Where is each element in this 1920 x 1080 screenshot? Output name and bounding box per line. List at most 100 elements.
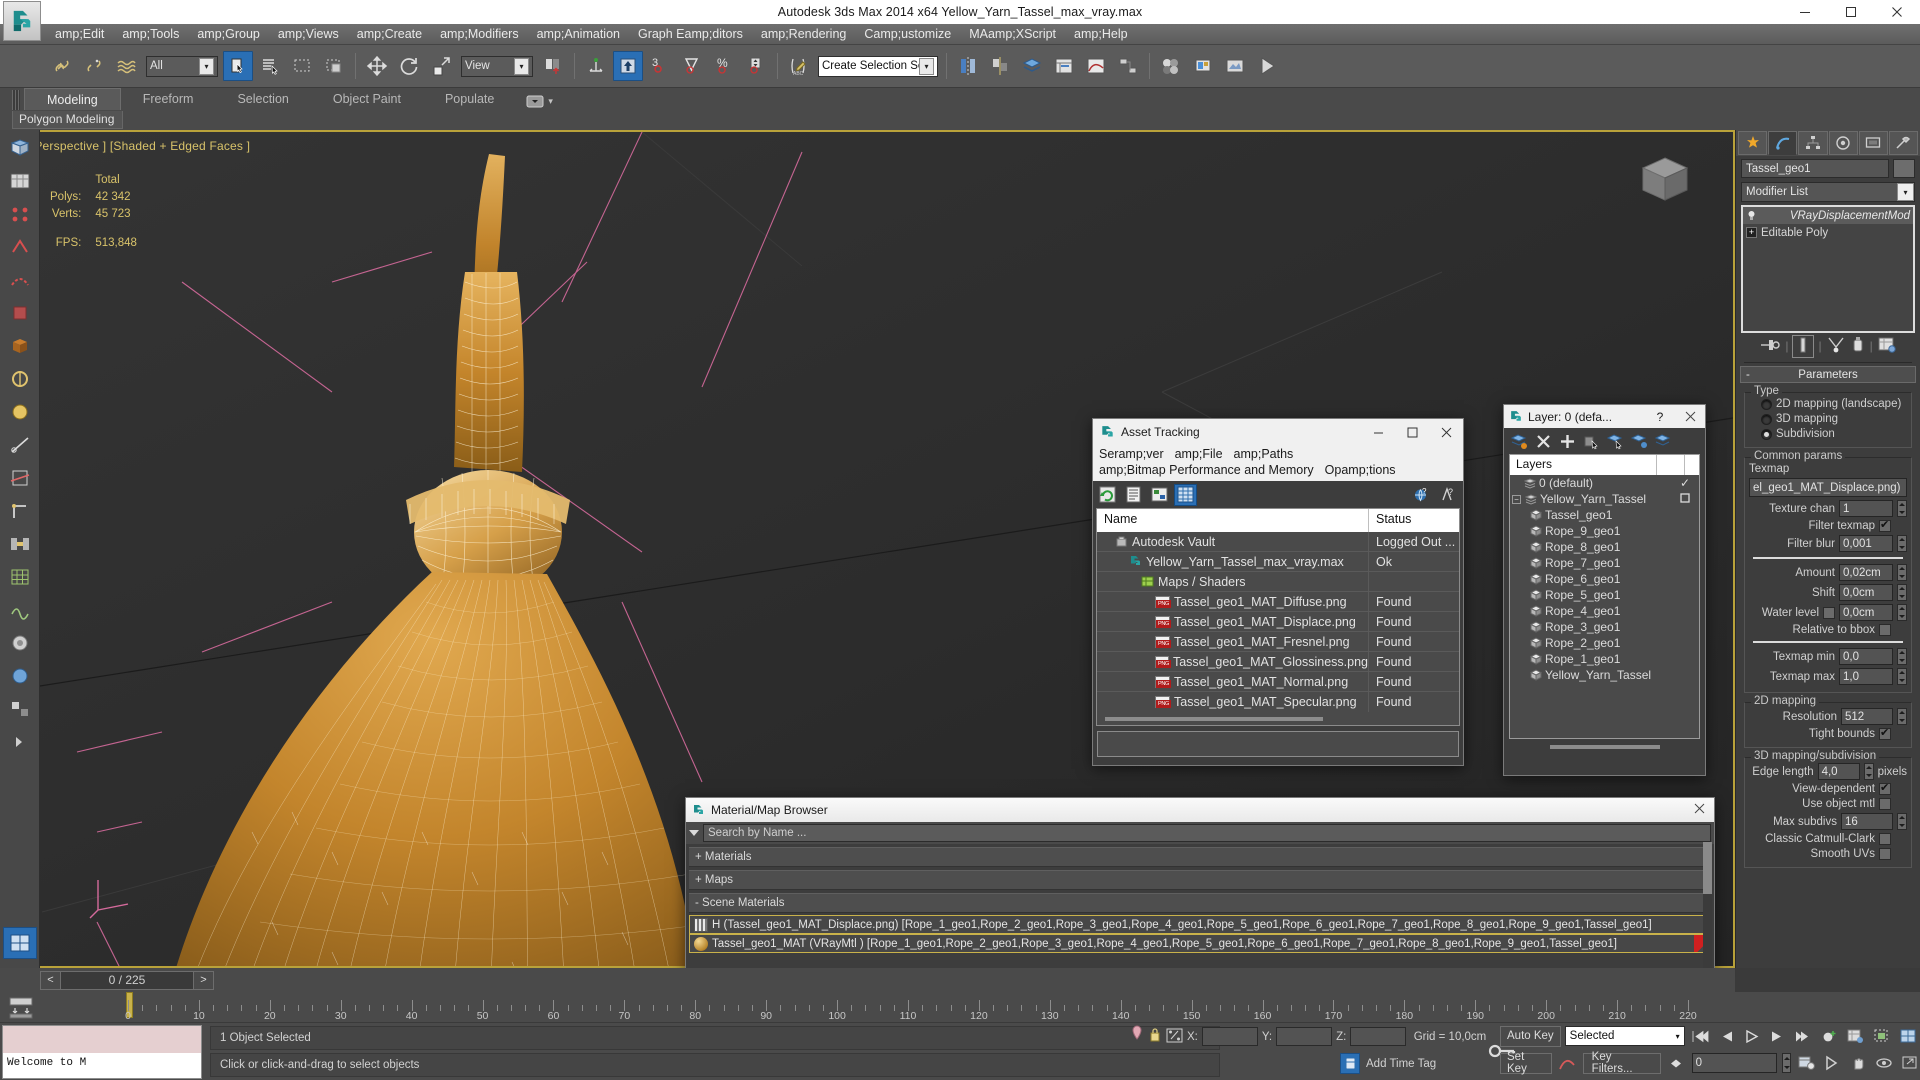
menu-item-maxscript[interactable]: MAamp;XScript [960, 24, 1065, 44]
play-animation-icon[interactable] [1741, 1025, 1763, 1047]
group-materials[interactable]: + Materials [689, 847, 1711, 867]
texmap-button[interactable]: el_geo1_MAT_Displace.png) [1749, 478, 1907, 497]
material-editor-icon[interactable] [1156, 51, 1186, 81]
filter-texmap-checkbox[interactable] [1879, 518, 1891, 532]
ribbon-tab-populate[interactable]: Populate [423, 88, 516, 110]
ribbon-tab-freeform[interactable]: Freeform [121, 88, 216, 110]
layer-dialog-title-bar[interactable]: Layer: 0 (defa... ? [1504, 405, 1705, 428]
list-item[interactable]: Yellow_Yarn_Tassel [1510, 667, 1699, 683]
align-icon[interactable] [985, 51, 1015, 81]
table-row[interactable]: Yellow_Yarn_Tassel_max_vray.max Ok [1097, 552, 1459, 572]
maxscript-pink-field[interactable] [3, 1026, 201, 1053]
reference-coordinate-dropdown[interactable]: View ▾ [461, 55, 533, 77]
list-item[interactable]: Rope_1_geo1 [1510, 651, 1699, 667]
max-subdivs-field[interactable]: 16 [1841, 813, 1893, 830]
current-frame-display[interactable]: 0 / 225 [61, 970, 193, 990]
tab-utilities[interactable] [1888, 131, 1919, 155]
next-key-icon[interactable] [1767, 1025, 1789, 1047]
menu-item-graph-editors[interactable]: Graph Eamp;ditors [629, 24, 752, 44]
show-end-result-icon[interactable] [1792, 334, 1815, 358]
tab-modify[interactable] [1768, 131, 1798, 155]
open-mini-curve-editor-icon[interactable] [6, 995, 36, 1019]
paint-deform-icon[interactable] [3, 396, 37, 428]
list-item[interactable]: Rope_7_geo1 [1510, 555, 1699, 571]
list-item[interactable]: Rope_8_geo1 [1510, 539, 1699, 555]
menu-item-rendering[interactable]: amp;Rendering [752, 24, 855, 44]
filter-dropdown-icon[interactable] [689, 830, 699, 836]
texture-channel-spinner[interactable] [1897, 500, 1907, 517]
time-tag-icon[interactable] [1340, 1053, 1360, 1074]
set-key-button[interactable]: Set Key [1500, 1051, 1552, 1075]
texmap-min-spinner[interactable] [1897, 648, 1907, 665]
view-dependent-checkbox[interactable] [1879, 781, 1891, 795]
column-header-status[interactable]: Status [1369, 509, 1459, 532]
menu-item-views[interactable]: amp;Views [269, 24, 348, 44]
percent-snap-icon[interactable] [677, 51, 707, 81]
set-current-layer-icon[interactable] [1628, 430, 1650, 452]
edit-named-selection-sets-icon[interactable]: ABC [784, 51, 814, 81]
vertex-subobject-icon[interactable] [3, 198, 37, 230]
spinner-snap-icon[interactable]: % [709, 51, 739, 81]
track-bar[interactable]: 0 10 20 30 40 50 60 70 80 90 100 110 120 130 140 150 160… [0, 992, 1920, 1022]
layer-list-horizontal-scrollbar[interactable] [1549, 745, 1660, 749]
ribbon-panel-polygon-modeling[interactable]: Polygon Modeling [12, 111, 124, 129]
table-row[interactable]: Tassel_geo1_MAT_Specular.png Found [1097, 692, 1459, 712]
modifier-stack[interactable]: VRayDisplacementMod + Editable Poly [1741, 205, 1915, 333]
rendered-frame-window-icon[interactable] [1220, 51, 1250, 81]
menu-item-animation[interactable]: amp;Animation [528, 24, 629, 44]
list-item[interactable]: − Yellow_Yarn_Tassel [1510, 491, 1699, 507]
material-map-browser-dialog[interactable]: Material/Map Browser Search by Name ... … [685, 797, 1715, 974]
layer-properties-icon[interactable] [1652, 430, 1674, 452]
bridge-icon[interactable] [3, 528, 37, 560]
select-object-icon[interactable] [223, 51, 253, 81]
viewport-label[interactable]: [+] [Perspective ] [Shaded + Edged Faces… [13, 139, 250, 153]
isolate-selection-icon[interactable] [1130, 1025, 1144, 1048]
list-view-icon[interactable] [1122, 484, 1145, 506]
radio-subdivision[interactable]: Subdivision [1749, 428, 1907, 440]
column-header-name[interactable]: Name [1097, 509, 1369, 532]
pan-view-icon[interactable] [1848, 1052, 1869, 1074]
delete-layer-icon[interactable] [1532, 430, 1554, 452]
asset-tracking-title-bar[interactable]: Asset Tracking [1093, 419, 1463, 445]
object-name-field[interactable]: Tassel_geo1 [1741, 159, 1889, 178]
minimize-button[interactable] [1782, 0, 1828, 24]
hinge-icon[interactable] [3, 495, 37, 527]
ribbon-drag-handle[interactable] [12, 90, 20, 110]
edge-length-spinner[interactable] [1863, 763, 1874, 780]
list-item[interactable]: Rope_4_geo1 [1510, 603, 1699, 619]
catmull-clark-checkbox[interactable] [1879, 833, 1891, 845]
schematic-view-icon[interactable] [1113, 51, 1143, 81]
use-pivot-center-icon[interactable] [538, 51, 568, 81]
key-step-icon[interactable] [1666, 1052, 1687, 1074]
previous-key-icon[interactable] [1715, 1025, 1737, 1047]
key-mode-dropdown[interactable]: Selected ▾ [1564, 1026, 1685, 1046]
add-time-tag-label[interactable]: Add Time Tag [1366, 1058, 1436, 1070]
table-row[interactable]: Tassel_geo1_MAT_Glossiness.png Found [1097, 652, 1459, 672]
key-filters-button[interactable]: Key Filters... [1582, 1051, 1661, 1075]
expand-icon[interactable]: + [1746, 227, 1757, 238]
at-menu-server[interactable]: Seramp;ver [1099, 447, 1164, 461]
next-frame-button[interactable]: > [193, 970, 214, 990]
tab-display[interactable] [1858, 131, 1888, 155]
configure-modifier-sets-icon[interactable] [1877, 336, 1897, 357]
table-row[interactable]: Autodesk Vault Logged Out ... [1097, 532, 1459, 552]
rectangular-selection-region-icon[interactable] [287, 51, 317, 81]
asset-tracking-minimize-button[interactable] [1361, 419, 1395, 445]
menu-item-create[interactable]: amp;Create [348, 24, 431, 44]
edge-length-field[interactable]: 4,0 [1817, 763, 1860, 780]
max-subdivs-spinner[interactable] [1897, 813, 1907, 830]
maxscript-mini-listener[interactable]: Welcome to M [2, 1025, 202, 1079]
menu-item-tools[interactable]: amp;Tools [113, 24, 188, 44]
maximize-viewport-icon[interactable] [1897, 1025, 1919, 1047]
list-item[interactable]: Tassel_geo1_MAT (VRayMtl ) [Rope_1_geo1,… [689, 934, 1711, 953]
polygon-modeling-toggle-icon[interactable] [3, 132, 37, 164]
list-item[interactable]: Rope_9_geo1 [1510, 523, 1699, 539]
layer-list[interactable]: Layers 0 (default) ✓ − Yellow_Yarn_Tasse… [1509, 454, 1700, 739]
time-config-button-icon[interactable] [1796, 1052, 1817, 1074]
layer-help-button[interactable]: ? [1645, 405, 1675, 428]
absolute-relative-toggle-icon[interactable] [1166, 1027, 1183, 1047]
menu-item-modifiers[interactable]: amp;Modifiers [431, 24, 528, 44]
render-production-icon[interactable] [1252, 51, 1282, 81]
generate-topology-icon[interactable] [3, 165, 37, 197]
asset-tracking-maximize-button[interactable] [1395, 419, 1429, 445]
